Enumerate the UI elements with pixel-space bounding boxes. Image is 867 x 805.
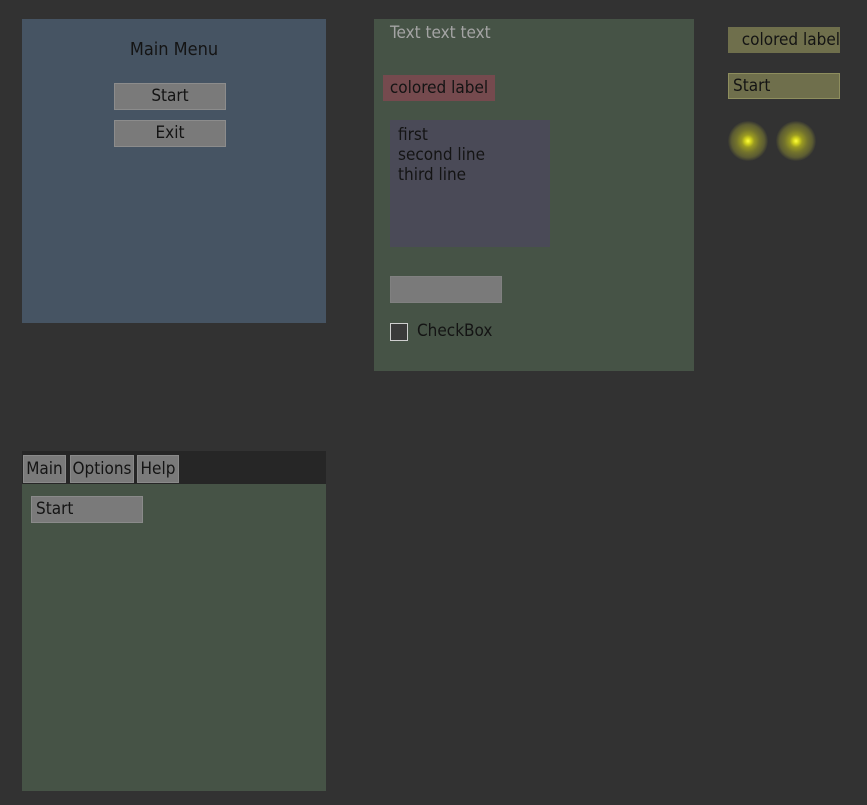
menu-window-panel: Main Options Help Start (22, 451, 326, 791)
list-item[interactable]: third line (398, 165, 542, 185)
spark-icon (728, 121, 768, 161)
menu-main[interactable]: Main (23, 455, 66, 483)
start-button[interactable]: Start (114, 83, 226, 110)
menu-bar: Main Options Help (22, 451, 326, 484)
spark-icon (776, 121, 816, 161)
exit-button[interactable]: Exit (114, 120, 226, 147)
colored-label-red: colored label (383, 75, 495, 101)
colored-label-yellow: colored label (728, 27, 840, 53)
menu-help[interactable]: Help (137, 455, 179, 483)
menu-options[interactable]: Options (70, 455, 134, 483)
main-menu-title: Main Menu (129, 39, 219, 60)
text-label: Text text text (390, 23, 491, 43)
listbox[interactable]: first second line third line (390, 120, 550, 247)
checkbox[interactable] (390, 323, 408, 341)
main-menu-panel: Main Menu Start Exit (22, 19, 326, 323)
list-item[interactable]: first (398, 125, 542, 145)
start-button[interactable]: Start (31, 496, 143, 523)
list-item[interactable]: second line (398, 145, 542, 165)
text-input[interactable] (390, 276, 502, 303)
start-button-yellow[interactable]: Start (728, 73, 840, 99)
checkbox-label: CheckBox (417, 321, 493, 341)
widgets-panel: Text text text colored label first secon… (374, 19, 694, 371)
